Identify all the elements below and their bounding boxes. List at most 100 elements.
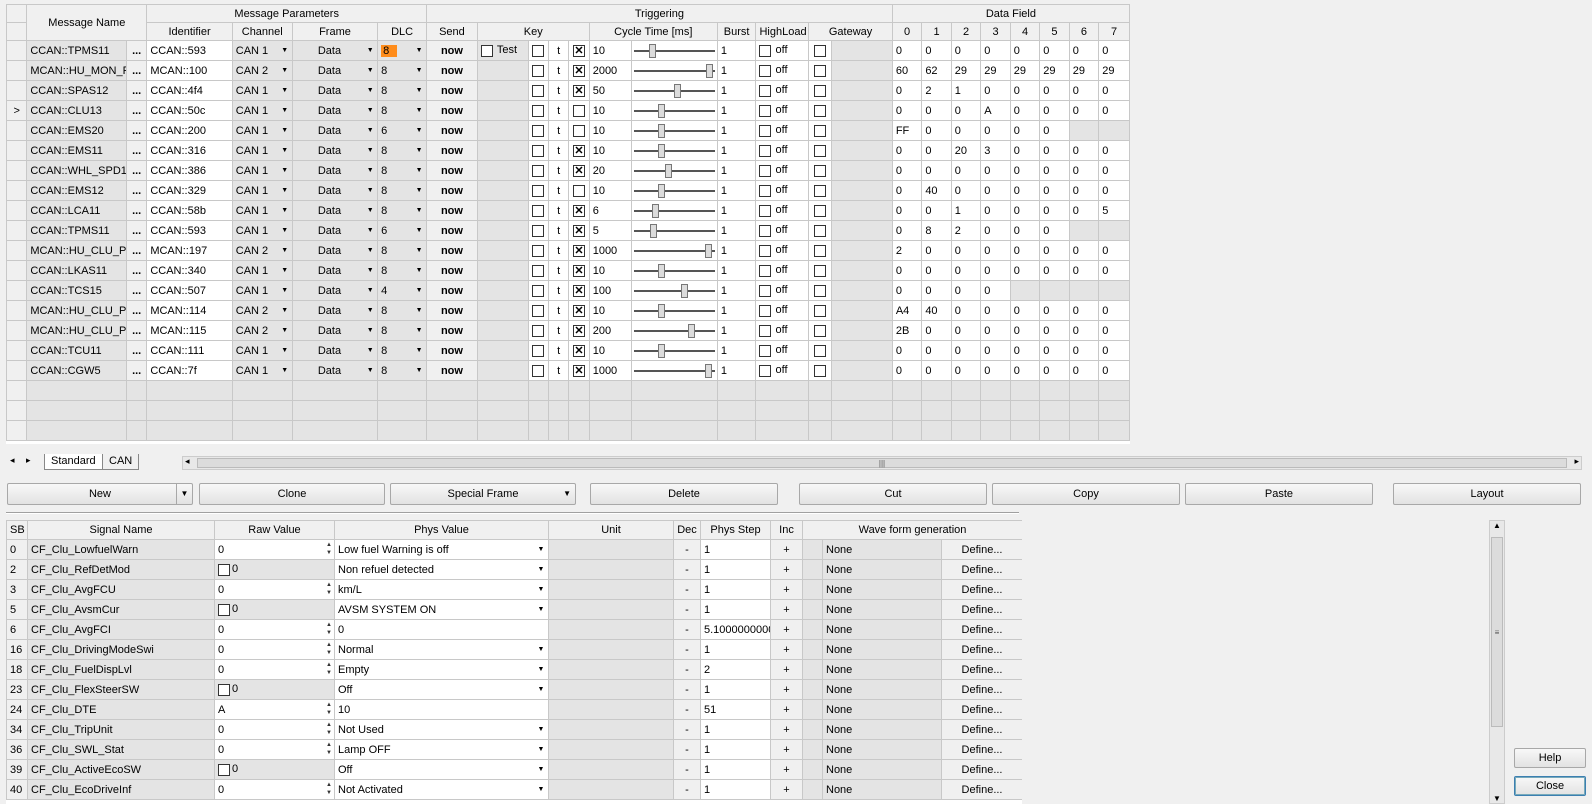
data-byte-cell[interactable]: 3 bbox=[980, 140, 1011, 161]
data-byte-cell[interactable]: 0 bbox=[1039, 80, 1070, 101]
dec-button[interactable]: - bbox=[673, 579, 701, 600]
channel-select[interactable]: CAN 1 ▼ bbox=[231, 40, 293, 61]
identifier-cell[interactable]: CCAN::58b bbox=[146, 200, 233, 221]
data-byte-cell[interactable]: 0 bbox=[1039, 340, 1070, 361]
key-toggle-checkbox[interactable] bbox=[532, 364, 545, 377]
identifier-cell[interactable]: MCAN::197 bbox=[146, 240, 233, 261]
frame-select[interactable]: Data ▼ bbox=[291, 360, 379, 381]
identifier-cell[interactable]: MCAN::115 bbox=[146, 320, 233, 341]
cycle-enable-checkbox[interactable] bbox=[573, 44, 586, 57]
phys-step-cell[interactable]: 1 bbox=[700, 579, 771, 600]
dlc-dropdown-icon[interactable]: ▼ bbox=[413, 103, 425, 118]
phys-step-cell[interactable]: 1 bbox=[700, 539, 771, 560]
channel-select[interactable]: CAN 1 ▼ bbox=[231, 280, 293, 301]
burst-value[interactable]: 1 bbox=[716, 80, 757, 101]
channel-select[interactable]: CAN 2 ▼ bbox=[231, 300, 293, 321]
data-byte-cell[interactable]: 0 bbox=[1039, 240, 1070, 261]
key-cell[interactable] bbox=[476, 320, 529, 341]
dec-button[interactable]: - bbox=[673, 699, 701, 720]
raw-value-cell[interactable]: 0 ▲ ▼ bbox=[214, 619, 335, 640]
cycle-enable-checkbox[interactable] bbox=[573, 224, 586, 237]
highload-checkbox[interactable] bbox=[759, 264, 772, 277]
inc-button[interactable]: + bbox=[770, 619, 803, 640]
col-phys-step[interactable]: Phys Step bbox=[700, 520, 771, 540]
data-byte-cell[interactable]: 0 bbox=[980, 40, 1011, 61]
identifier-cell[interactable]: CCAN::111 bbox=[146, 340, 233, 361]
dec-button[interactable]: - bbox=[673, 539, 701, 560]
wave-form-cell[interactable]: None bbox=[822, 539, 942, 560]
signal-row[interactable]: 6 CF_Clu_AvgFCI 0 ▲ ▼ 0-5.1000000000 + None Defi… bbox=[6, 619, 1022, 640]
message-row[interactable]: CCAN::WHL_SPD1... CCAN::386 CAN 1 ▼ Data ▼ 8 ▼ n… bbox=[6, 160, 1130, 181]
data-byte-cell[interactable]: 0 bbox=[980, 160, 1011, 181]
highload-cell[interactable]: off bbox=[755, 360, 810, 381]
key-toggle-checkbox[interactable] bbox=[532, 124, 545, 137]
data-byte-cell[interactable]: 0 bbox=[1098, 260, 1130, 281]
gateway-checkbox[interactable] bbox=[814, 84, 827, 97]
signal-name-cell[interactable]: CF_Clu_RefDetMod bbox=[27, 559, 215, 580]
key-toggle-cell[interactable] bbox=[527, 120, 550, 141]
spinner-arrows-icon[interactable]: ▲ ▼ bbox=[326, 701, 332, 717]
message-name-browse-button[interactable]: ... bbox=[125, 80, 148, 101]
signal-row[interactable]: 3 CF_Clu_AvgFCU 0 ▲ ▼ km/L ▼ -1 + None Define... bbox=[6, 579, 1022, 600]
cycle-time-slider[interactable] bbox=[631, 80, 718, 101]
key-toggle-cell[interactable] bbox=[527, 160, 550, 181]
dlc-select[interactable]: 8 ▼ bbox=[377, 40, 428, 61]
highload-checkbox[interactable] bbox=[759, 344, 772, 357]
col-message-name[interactable]: Message Name bbox=[26, 4, 148, 41]
dlc-dropdown-icon[interactable]: ▼ bbox=[413, 43, 425, 58]
key-toggle-checkbox[interactable] bbox=[532, 64, 545, 77]
signal-name-cell[interactable]: CF_Clu_DrivingModeSwi bbox=[27, 639, 215, 660]
tab-standard[interactable]: Standard bbox=[44, 454, 103, 470]
cycle-time-slider[interactable] bbox=[631, 240, 718, 261]
message-row[interactable]: CCAN::EMS11... CCAN::316 CAN 1 ▼ Data ▼ 8 ▼ now t… bbox=[6, 140, 1130, 161]
highload-checkbox[interactable] bbox=[759, 204, 772, 217]
slider-thumb[interactable] bbox=[658, 343, 666, 358]
send-now-button[interactable]: now bbox=[426, 40, 478, 61]
frame-dropdown-icon[interactable]: ▼ bbox=[364, 323, 376, 338]
data-byte-cell[interactable]: 0 bbox=[1068, 340, 1100, 361]
phys-value-cell[interactable]: km/L ▼ bbox=[334, 579, 549, 600]
frame-dropdown-icon[interactable]: ▼ bbox=[364, 263, 376, 278]
cycle-time-value[interactable]: 10 bbox=[588, 300, 633, 321]
data-byte-cell[interactable]: 0 bbox=[1009, 40, 1041, 61]
raw-value-cell[interactable]: 0 ▲ ▼ bbox=[214, 739, 335, 760]
cycle-time-slider[interactable] bbox=[631, 300, 718, 321]
phys-value-cell[interactable]: Low fuel Warning is off ▼ bbox=[334, 539, 549, 560]
cycle-time-slider[interactable] bbox=[631, 160, 718, 181]
channel-select[interactable]: CAN 1 ▼ bbox=[231, 80, 293, 101]
burst-value[interactable]: 1 bbox=[716, 300, 757, 321]
identifier-cell[interactable]: MCAN::100 bbox=[146, 60, 233, 81]
highload-checkbox[interactable] bbox=[759, 324, 772, 337]
dec-button[interactable]: - bbox=[673, 559, 701, 580]
data-byte-cell[interactable]: 0 bbox=[921, 260, 952, 281]
send-now-button[interactable]: now bbox=[426, 260, 478, 281]
data-byte-cell[interactable]: 0 bbox=[1068, 40, 1100, 61]
new-dropdown-icon[interactable]: ▼ bbox=[176, 484, 192, 504]
message-name-cell[interactable]: MCAN::HU_CLU_PE bbox=[26, 300, 127, 321]
highload-cell[interactable]: off bbox=[755, 120, 810, 141]
col-frame[interactable]: Frame bbox=[291, 22, 379, 41]
phys-step-cell[interactable]: 5.1000000000 bbox=[700, 619, 771, 640]
message-name-browse-button[interactable]: ... bbox=[125, 240, 148, 261]
slider-thumb[interactable] bbox=[706, 63, 714, 78]
channel-dropdown-icon[interactable]: ▼ bbox=[279, 123, 291, 138]
highload-cell[interactable]: off bbox=[755, 160, 810, 181]
raw-value-cell[interactable]: 0 bbox=[214, 759, 335, 780]
key-toggle-checkbox[interactable] bbox=[532, 284, 545, 297]
dec-button[interactable]: - bbox=[673, 759, 701, 780]
cycle-enable-checkbox[interactable] bbox=[573, 324, 586, 337]
frame-select[interactable]: Data ▼ bbox=[291, 240, 379, 261]
col-sb[interactable]: SB bbox=[6, 520, 28, 540]
channel-dropdown-icon[interactable]: ▼ bbox=[279, 103, 291, 118]
burst-value[interactable]: 1 bbox=[716, 340, 757, 361]
col-inc[interactable]: Inc bbox=[770, 520, 803, 540]
data-byte-cell[interactable]: 0 bbox=[1039, 320, 1070, 341]
data-byte-cell[interactable]: 0 bbox=[980, 360, 1011, 381]
wave-define-button[interactable]: Define... bbox=[940, 699, 1022, 720]
message-name-browse-button[interactable]: ... bbox=[125, 360, 148, 381]
cycle-time-slider[interactable] bbox=[631, 280, 718, 301]
frame-select[interactable]: Data ▼ bbox=[291, 120, 379, 141]
key-toggle-cell[interactable] bbox=[527, 180, 550, 201]
identifier-cell[interactable]: CCAN::593 bbox=[146, 40, 233, 61]
highload-checkbox[interactable] bbox=[759, 64, 772, 77]
